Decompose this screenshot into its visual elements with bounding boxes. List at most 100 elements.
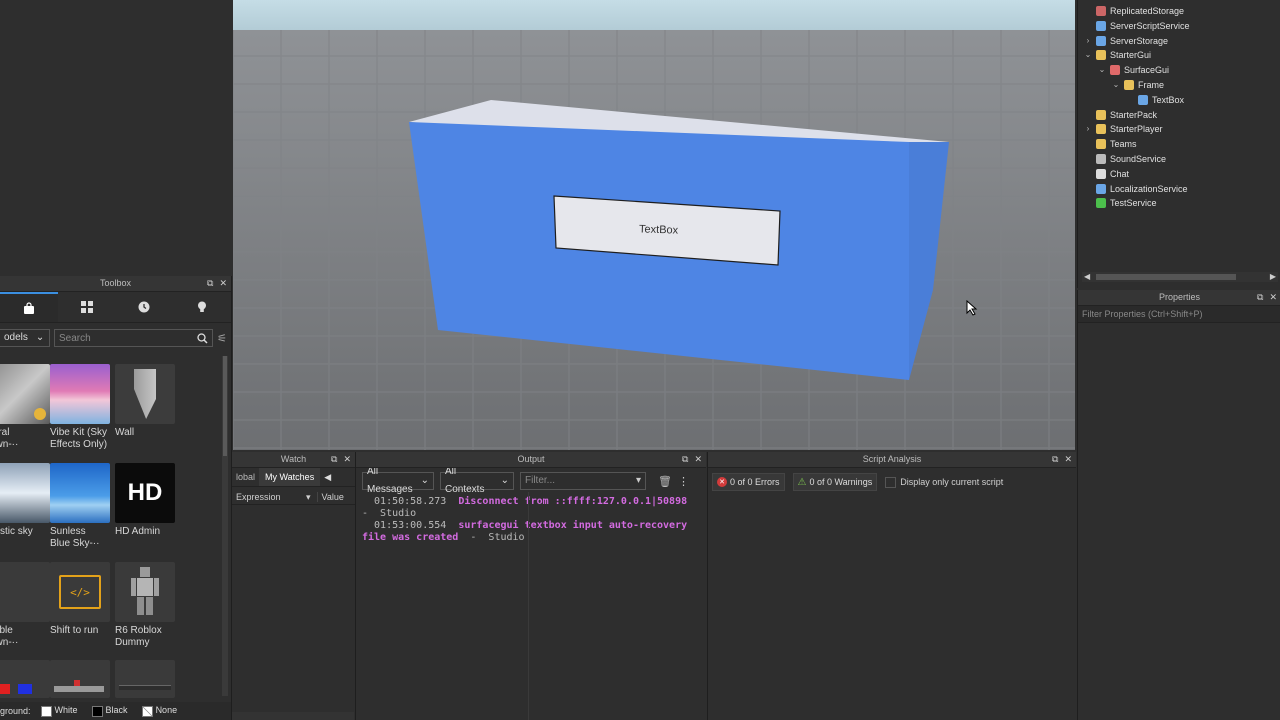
tab-my-watches[interactable]: My Watches [259,468,321,486]
mouse-cursor-icon [966,300,978,316]
asset-thumbnail [115,660,175,698]
explorer-item-label: Teams [1110,139,1137,150]
explorer-item[interactable]: ReplicatedStorage [1084,4,1184,18]
tab-scroll-left-icon[interactable]: ◀ [320,472,335,483]
explorer-item[interactable]: › StarterPlayer [1084,122,1163,136]
filter-settings-icon[interactable]: ⚟ [217,332,227,345]
float-icon[interactable]: ⧉ [682,452,688,467]
explorer-item[interactable]: ServerScriptService [1084,19,1190,33]
explorer-item[interactable]: Chat [1084,167,1129,181]
asset-item[interactable]: HD HD Admin [115,463,175,538]
asset-item[interactable]: utral awn-·· [0,364,50,451]
asset-label: alistic sky [0,526,33,537]
expand-chevron-icon[interactable]: › [1084,34,1092,48]
tab-creations[interactable] [173,292,231,322]
explorer-item[interactable]: › ServerStorage [1084,34,1168,48]
column-value[interactable]: Value [316,492,344,502]
tab-global[interactable]: lobal [232,472,259,482]
explorer-item[interactable]: ⌄ SurfaceGui [1098,63,1169,77]
close-icon[interactable]: ✕ [219,276,227,291]
asset-item[interactable] [50,660,110,698]
bg-black-option[interactable]: Black [91,705,128,717]
output-log: 01:50:58.273 Disconnect from ::ffff:127.… [356,494,706,546]
expand-chevron-icon[interactable]: ⌄ [1098,63,1106,77]
tab-marketplace[interactable] [0,292,58,322]
explorer-item[interactable]: TestService [1084,196,1157,210]
float-icon[interactable]: ⧉ [331,452,337,467]
asset-item[interactable]: </> Shift to run [50,562,110,637]
chevron-down-icon: ⌄ [35,332,45,343]
explorer-item[interactable]: StarterPack [1084,108,1157,122]
error-icon: ✕ [717,477,727,487]
toolbox-panel: Toolbox ⧉ ✕ odels ⌄ Search ⚟ al n-·· Vib… [0,276,232,720]
explorer-h-scrollbar[interactable]: ◀ ▶ [1082,272,1278,282]
float-icon[interactable]: ⧉ [1257,290,1263,305]
tab-inventory[interactable] [58,292,116,322]
float-icon[interactable]: ⧉ [1052,452,1058,467]
scrollbar-thumb[interactable] [223,356,227,456]
asset-item[interactable]: isible awn-·· [0,562,50,649]
float-icon[interactable]: ⧉ [207,276,213,291]
output-filter-input[interactable]: Filter... ▾ [520,472,646,490]
toolbox-search-input[interactable]: Search [54,329,214,347]
warnings-filter-button[interactable]: ⚠ 0 of 0 Warnings [792,473,878,491]
toolbox-title-bar: Toolbox ⧉ ✕ [0,276,231,292]
close-icon[interactable]: ✕ [1064,452,1072,467]
properties-title-bar: Properties ⧉ ✕ [1078,290,1280,306]
output-divider [528,492,529,720]
asset-thumbnail [115,562,175,622]
close-icon[interactable]: ✕ [1269,290,1277,305]
service-icon [1096,20,1106,31]
explorer-item[interactable]: SoundService [1084,152,1166,166]
bg-white-option[interactable]: White [40,705,78,717]
explorer-item[interactable]: ⌄ StarterGui [1084,48,1151,62]
column-expression[interactable]: Expression [232,492,306,502]
expand-chevron-icon[interactable]: ⌄ [1084,48,1092,62]
explorer-item[interactable]: ⌄ Frame [1112,78,1164,92]
explorer-item-label: Frame [1138,80,1165,90]
textbox-icon [1138,94,1148,105]
folder-icon [1096,109,1106,120]
expand-chevron-icon[interactable]: ⌄ [1112,78,1120,92]
asset-thumbnail [50,364,110,424]
display-only-current-checkbox[interactable]: Display only current script [885,476,1003,488]
watch-h-scrollbar[interactable] [232,712,354,720]
asset-item[interactable]: Wall [115,364,175,439]
explorer-item-label: StarterGui [1110,50,1152,61]
expand-chevron-icon[interactable]: › [1084,122,1092,136]
category-dropdown[interactable]: odels ⌄ [0,329,50,347]
close-icon[interactable]: ✕ [694,452,702,467]
messages-filter-dropdown[interactable]: All Messages ⌄ [362,466,434,495]
asset-item[interactable]: Sunless Blue Sky-·· [50,463,110,550]
trash-icon[interactable]: 🗑 [658,475,672,488]
asset-item[interactable]: R6 Roblox Dummy [115,562,175,649]
properties-filter-placeholder: Filter Properties (Ctrl+Shift+P) [1082,309,1203,319]
toolbox-scrollbar[interactable] [222,356,228,696]
script-analysis-panel: Script Analysis ⧉ ✕ ✕ 0 of 0 Errors ⚠ 0 of … [707,452,1076,720]
properties-filter-input[interactable]: Filter Properties (Ctrl+Shift+P) [1078,306,1280,323]
script-analysis-title: Script Analysis [862,454,922,464]
explorer-item[interactable]: LocalizationService [1084,182,1188,196]
explorer-item[interactable]: TextBox [1126,93,1184,107]
contexts-filter-dropdown[interactable]: All Contexts ⌄ [440,466,514,495]
toolbox-title: Toolbox [99,278,132,288]
asset-item[interactable] [0,660,50,698]
errors-filter-button[interactable]: ✕ 0 of 0 Errors [712,473,785,491]
asset-item[interactable] [115,660,175,698]
tab-recent[interactable] [116,292,174,322]
asset-item[interactable]: Vibe Kit (Sky Effects Only) [50,364,110,451]
log-source: - Studio [362,508,417,519]
3d-viewport[interactable]: TextBox [233,0,1075,450]
asset-item[interactable]: alistic sky [0,463,50,538]
checkbox-box[interactable] [885,476,897,488]
more-options-icon[interactable]: ⋮ [678,475,689,488]
explorer-item[interactable]: Teams [1084,137,1137,151]
close-icon[interactable]: ✕ [343,452,351,467]
contexts-filter-label: All Contexts [445,466,485,495]
bg-none-option[interactable]: None [141,705,177,717]
asset-thumbnail: HD [115,463,175,523]
column-dropdown-icon[interactable]: ▾ [306,492,311,503]
chat-icon [1096,168,1106,179]
dropdown-arrow-icon: ▾ [635,475,641,486]
storage-icon [1096,6,1106,16]
